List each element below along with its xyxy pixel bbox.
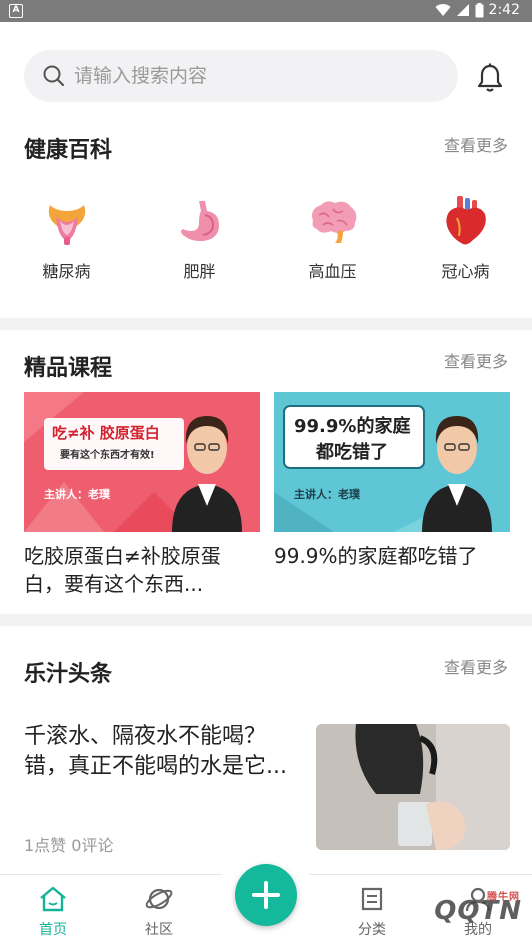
wifi-icon (435, 4, 451, 17)
course-card[interactable]: 吃≠补 胶原蛋白 要有这个东西才有效! 主讲人：老璞 吃胶原蛋白≠补胶原蛋白，要… (24, 392, 260, 598)
section-title: 乐汁头条 (24, 662, 113, 687)
kidney-icon (41, 196, 93, 248)
header (0, 22, 532, 114)
category-hypertension[interactable]: 高血压 (266, 196, 399, 282)
plus-icon (252, 881, 280, 909)
presenter-avatar (422, 416, 492, 532)
category-label: 糖尿病 (42, 262, 91, 281)
bell-icon (477, 63, 503, 92)
category-list: 糖尿病 肥胖 高血压 冠心病 (0, 196, 532, 282)
category-coronary-disease[interactable]: 冠心病 (399, 196, 532, 282)
search-input[interactable] (74, 65, 414, 87)
search-bar[interactable] (24, 50, 458, 102)
app-notification-icon: A (9, 4, 23, 18)
section-title: 精品课程 (24, 356, 113, 381)
tab-home[interactable]: 首页 (13, 885, 93, 939)
watermark-logo: 腾牛网 QQTN (434, 892, 522, 926)
tab-community[interactable]: 社区 (119, 885, 199, 939)
course-badge-line1: 99.9%的家庭 (294, 416, 411, 437)
signal-icon (456, 4, 469, 16)
category-icon (361, 887, 383, 911)
health-encyclopedia-section: 健康百科 查看更多 糖尿病 肥胖 高血压 冠心病 (0, 114, 532, 318)
category-label: 高血压 (308, 262, 357, 281)
add-post-button[interactable] (235, 864, 297, 926)
category-label: 冠心病 (441, 262, 490, 281)
see-more-link[interactable]: 查看更多 (444, 348, 508, 372)
heart-icon (440, 196, 492, 248)
course-host: 主讲人：老璞 (294, 488, 360, 501)
presenter-avatar (172, 416, 242, 532)
search-icon (43, 65, 65, 87)
course-card[interactable]: 99.9%的家庭 都吃错了 主讲人：老璞 99.9%的家庭都吃错了 (274, 392, 510, 570)
category-diabetes[interactable]: 糖尿病 (0, 196, 133, 282)
news-stats: 1点赞 0评论 (24, 836, 114, 855)
section-title: 健康百科 (24, 138, 113, 163)
stomach-icon (174, 196, 226, 248)
course-badge-line1: 吃≠补 胶原蛋白 (52, 424, 160, 442)
course-title: 吃胶原蛋白≠补胶原蛋白，要有这个东西... (24, 544, 221, 596)
course-badge-line2: 要有这个东西才有效! (60, 450, 155, 461)
planet-icon (145, 888, 173, 910)
news-thumbnail[interactable] (316, 724, 510, 850)
tab-label: 首页 (39, 922, 67, 938)
course-host: 主讲人：老璞 (44, 488, 110, 501)
home-icon (40, 886, 66, 912)
clock: 2:42 (488, 2, 520, 18)
status-icons: 2:42 (435, 2, 520, 18)
notification-button[interactable] (472, 60, 508, 96)
featured-courses-section: 精品课程 查看更多 吃≠补 胶原蛋白 要有这个东西才有效! 主讲人：老璞 吃胶原… (0, 330, 532, 614)
course-badge-line2: 都吃错了 (316, 442, 388, 463)
watermark-subtitle: 腾牛网 (487, 892, 520, 903)
course-thumbnail: 吃≠补 胶原蛋白 要有这个东西才有效! 主讲人：老璞 (24, 392, 260, 532)
category-obesity[interactable]: 肥胖 (133, 196, 266, 282)
tab-label: 分类 (358, 922, 386, 938)
tab-label: 社区 (145, 922, 173, 938)
status-bar: A 2:42 (0, 0, 532, 22)
news-headline[interactable]: 千滚水、隔夜水不能喝？错，真正不能喝的水是它... (24, 722, 290, 782)
news-section: 乐汁头条 查看更多 千滚水、隔夜水不能喝？错，真正不能喝的水是它... 1点赞 … (0, 626, 532, 874)
category-label: 肥胖 (183, 262, 216, 281)
course-thumbnail: 99.9%的家庭 都吃错了 主讲人：老璞 (274, 392, 510, 532)
see-more-link[interactable]: 查看更多 (444, 132, 508, 156)
see-more-link[interactable]: 查看更多 (444, 654, 508, 678)
tab-category[interactable]: 分类 (332, 885, 412, 939)
brain-icon (307, 196, 359, 248)
course-title: 99.9%的家庭都吃错了 (274, 544, 478, 568)
battery-icon (475, 2, 484, 17)
